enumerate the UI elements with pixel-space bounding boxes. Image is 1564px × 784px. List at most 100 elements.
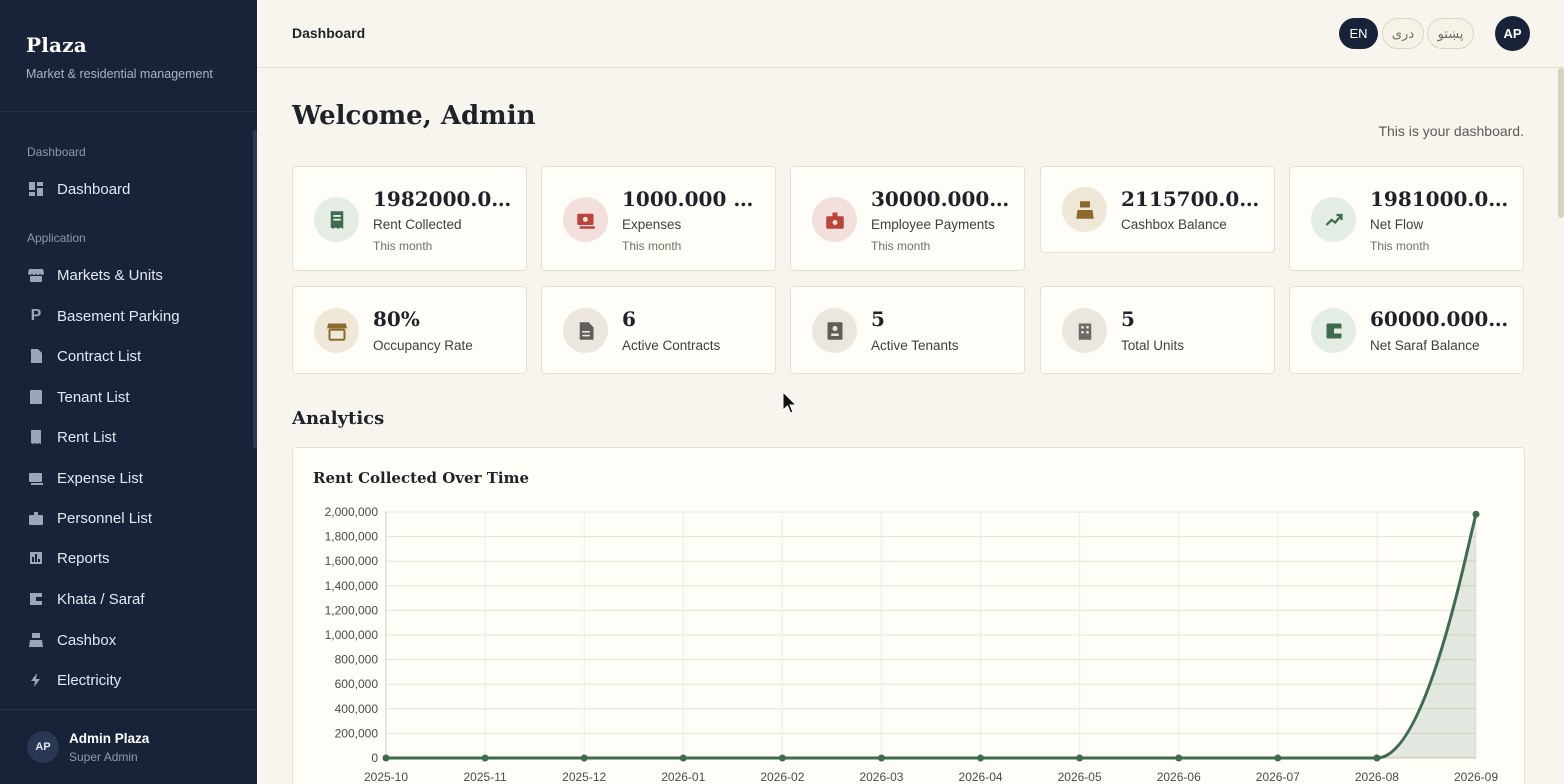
x-tick-label: 2025-12 (562, 770, 606, 784)
stat-card-rent-collected[interactable]: 1982000.000 AFN Rent Collected This mont… (292, 166, 527, 271)
nav-section-application: Application (27, 231, 86, 245)
stat-value: 80% (373, 307, 420, 331)
x-tick-label: 2026-07 (1256, 770, 1300, 784)
user-avatar-button[interactable]: AP (1495, 16, 1530, 51)
sidebar-item-label: Expense List (57, 469, 143, 487)
sidebar-item-label: Cashbox (57, 631, 117, 649)
stat-card-net-flow[interactable]: 1981000.000 AFN Net Flow This month (1289, 166, 1524, 271)
stat-value: 2115700.000 AFN (1121, 187, 1261, 211)
stat-sub: This month (871, 239, 931, 253)
x-tick-label: 2026-03 (859, 770, 903, 784)
sidebar-item-label: Personnel List (57, 509, 153, 527)
stat-card-total-units[interactable]: 5 Total Units (1040, 286, 1275, 374)
x-tick-label: 2025-11 (464, 770, 507, 784)
chart-card-rent-collected: Rent Collected Over Time 0 200,000 400,000… (292, 447, 1525, 784)
stat-label: Cashbox Balance (1121, 217, 1227, 232)
trending-up-icon (1311, 197, 1356, 242)
stat-label: Total Units (1121, 338, 1185, 353)
stat-label: Occupancy Rate (373, 338, 473, 353)
topbar: Dashboard EN دری پښتو AP (257, 0, 1564, 68)
stat-label: Rent Collected (373, 217, 462, 232)
badge-icon (812, 197, 857, 242)
building-icon (1062, 308, 1107, 353)
y-tick-label: 2,000,000 (325, 505, 379, 519)
data-point (977, 754, 985, 762)
data-point (382, 754, 390, 762)
lang-dari-button[interactable]: دری (1382, 18, 1424, 49)
sidebar-item-dashboard[interactable]: Dashboard (27, 177, 130, 201)
x-tick-label: 2025-10 (364, 770, 408, 784)
contact-card-icon (812, 308, 857, 353)
receipt-icon (314, 197, 359, 242)
sidebar-item-markets[interactable]: Markets & Units (27, 263, 163, 287)
document-icon (27, 347, 45, 365)
sidebar-item-reports[interactable]: Reports (27, 546, 110, 570)
parking-icon: P (30, 307, 42, 324)
rent-collected-chart: 0 200,000 400,000 600,000 800,000 1,000,000 1,… (325, 505, 1499, 784)
sidebar-item-label: Basement Parking (57, 307, 180, 325)
y-tick-label: 1,600,000 (325, 554, 379, 568)
user-name: Admin Plaza (69, 730, 150, 746)
badge-icon (27, 509, 45, 527)
breadcrumb: Dashboard (292, 25, 366, 41)
receipt-icon (27, 428, 45, 446)
y-tick-label: 1,000,000 (325, 628, 379, 642)
stat-card-employee-payments[interactable]: 30000.000 AFN Employee Payments This mon… (790, 166, 1025, 271)
data-point (1274, 754, 1282, 762)
sidebar-item-label: Markets & Units (57, 266, 163, 284)
data-point (1076, 754, 1084, 762)
x-tick-label: 2026-06 (1157, 770, 1201, 784)
stat-card-active-tenants[interactable]: 5 Active Tenants (790, 286, 1025, 374)
x-tick-label: 2026-02 (760, 770, 804, 784)
contact-card-icon (27, 388, 45, 406)
stat-value: 60000.000 AFN (1370, 307, 1510, 331)
series-area (386, 514, 1476, 758)
main-scrollbar[interactable] (1558, 68, 1564, 218)
stat-label: Employee Payments (871, 217, 995, 232)
sidebar-user[interactable]: AP Admin Plaza Super Admin (0, 709, 257, 784)
data-point (1175, 754, 1183, 762)
lightning-icon (27, 671, 45, 689)
stat-card-net-saraf[interactable]: 60000.000 AFN Net Saraf Balance (1289, 286, 1524, 374)
sidebar-item-label: Electricity (57, 671, 122, 689)
stat-value: 1000.000 AFN (622, 187, 762, 211)
sidebar-scrollbar[interactable] (253, 130, 257, 448)
stat-value: 6 (622, 307, 636, 331)
x-tick-label: 2026-05 (1058, 770, 1102, 784)
y-tick-label: 1,200,000 (325, 603, 379, 617)
sidebar-item-khata[interactable]: Khata / Saraf (27, 587, 145, 611)
stat-value: 1981000.000 AFN (1370, 187, 1510, 211)
sidebar-item-label: Reports (57, 549, 110, 567)
sidebar-item-cashbox[interactable]: Cashbox (27, 628, 116, 652)
document-icon (563, 308, 608, 353)
lang-pashto-button[interactable]: پښتو (1427, 18, 1474, 49)
storefront-icon (314, 308, 359, 353)
cash-register-icon (1062, 187, 1107, 232)
stat-sub: This month (373, 239, 433, 253)
stat-value: 30000.000 AFN (871, 187, 1011, 211)
lang-en-button[interactable]: EN (1339, 18, 1378, 49)
sidebar-item-personnel[interactable]: Personnel List (27, 506, 152, 530)
sidebar-item-tenants[interactable]: Tenant List (27, 385, 130, 409)
data-point (580, 754, 588, 762)
data-point (481, 754, 489, 762)
x-tick-label: 2026-01 (661, 770, 705, 784)
sidebar-item-contracts[interactable]: Contract List (27, 344, 141, 368)
cash-register-icon (27, 631, 45, 649)
stat-card-active-contracts[interactable]: 6 Active Contracts (541, 286, 776, 374)
stat-card-cashbox-balance[interactable]: 2115700.000 AFN Cashbox Balance (1040, 166, 1275, 253)
sidebar-item-parking[interactable]: P Basement Parking (27, 304, 180, 328)
bar-chart-icon (27, 549, 45, 567)
sidebar-item-expenses[interactable]: Expense List (27, 466, 143, 490)
page-title: Welcome, Admin (292, 101, 536, 131)
sidebar-item-electricity[interactable]: Electricity (27, 668, 121, 692)
stat-card-occupancy[interactable]: 80% Occupancy Rate (292, 286, 527, 374)
stat-label: Expenses (622, 217, 682, 232)
dashboard-icon (27, 180, 45, 198)
stat-sub: This month (622, 239, 682, 253)
data-point (778, 754, 786, 762)
x-tick-label: 2026-04 (959, 770, 1003, 784)
sidebar-item-rent[interactable]: Rent List (27, 425, 116, 449)
stat-card-expenses[interactable]: 1000.000 AFN Expenses This month (541, 166, 776, 271)
y-tick-label: 400,000 (335, 702, 379, 716)
